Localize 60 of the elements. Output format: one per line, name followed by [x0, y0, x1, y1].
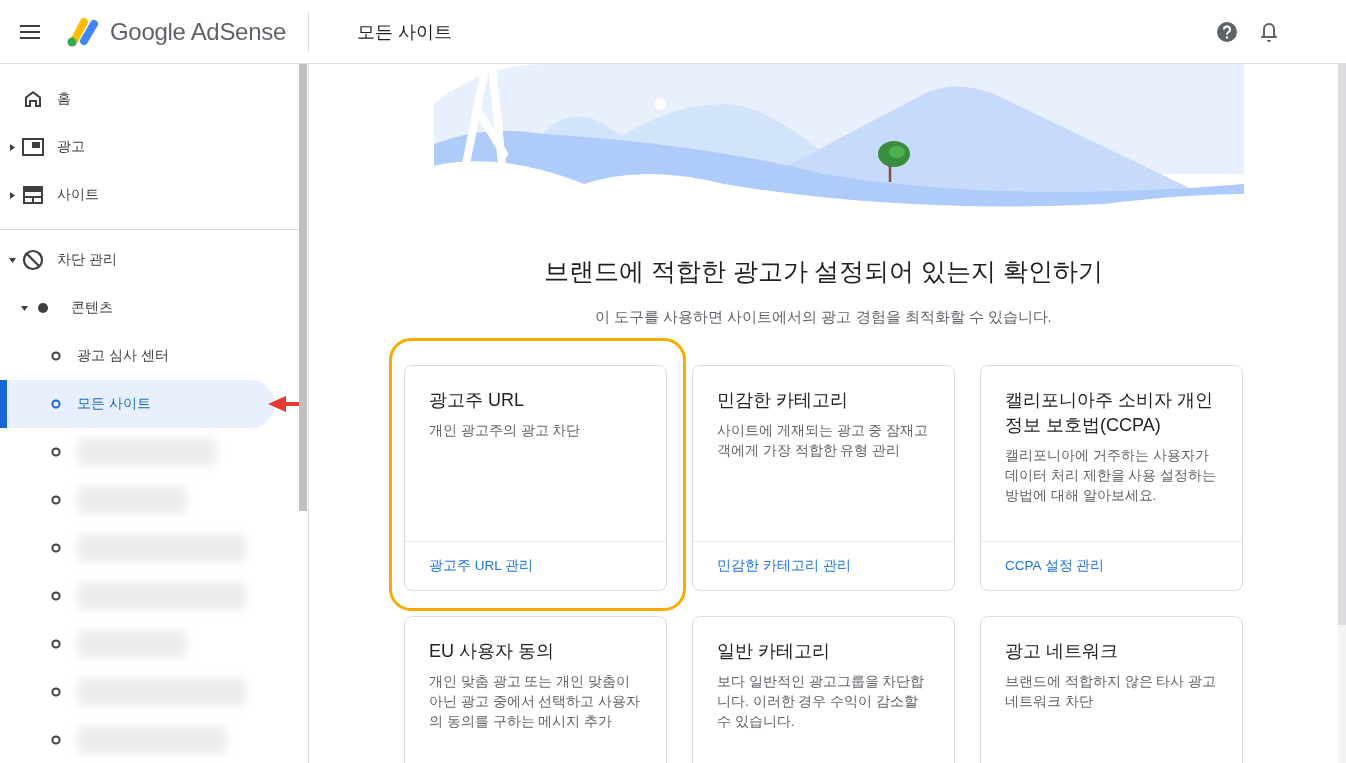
card-description: 사이트에 게재되는 광고 중 잠재고객에게 가장 적합한 유형 관리 — [717, 422, 929, 460]
nav-item[interactable]: 광고 심사 센터 — [0, 332, 275, 380]
card-description: 캘리포니아에 거주하는 사용자가 데이터 처리 제한을 사용 설정하는 방법에 대해 알아보세요. — [1005, 447, 1217, 505]
card-link[interactable]: CCPA 설정 관리 — [1005, 557, 1105, 575]
card-title: 캘리포니아주 소비자 개인 정보 보호법(CCPA) — [1005, 389, 1214, 437]
caret-icon[interactable] — [10, 191, 15, 199]
bullet-ring-icon — [51, 399, 61, 409]
menu-button[interactable] — [20, 24, 40, 39]
home-icon — [23, 89, 43, 109]
card-description: 개인 맞춤 광고 또는 개인 맞춤이 아닌 광고 중에서 선택하고 사용자의 동의를 구하는 메시지 추가 — [429, 673, 641, 731]
caret-icon[interactable] — [9, 257, 16, 263]
nav-label: 차단 관리 — [57, 251, 117, 269]
menu-icon — [20, 24, 40, 39]
scrollbar-thumb[interactable] — [1338, 64, 1346, 625]
notifications-button[interactable] — [1260, 20, 1278, 43]
page-title: 모든 사이트 — [356, 20, 453, 44]
bullet-ring-icon — [51, 687, 61, 697]
nav-item[interactable]: 차단 관리 — [0, 236, 275, 284]
page-subtitle: 이 도구를 사용하면 사이트에서의 광고 경험을 최적화할 수 있습니다. — [595, 308, 1052, 327]
nav-label: 사이트 — [57, 186, 99, 204]
card-link[interactable]: 민감한 카테고리 관리 — [717, 557, 851, 575]
bullet-ring-icon — [51, 495, 61, 505]
brand-name: Google AdSense — [110, 17, 286, 46]
nav-label: 모든 사이트 — [77, 395, 151, 413]
card-description: 개인 광고주의 광고 차단 — [429, 422, 582, 440]
bullet-dot-icon — [38, 303, 48, 313]
card-title: 민감한 카테고리 — [717, 389, 849, 412]
card-title: 광고 네트워크 — [1005, 640, 1119, 663]
nav-label: 홈 — [57, 90, 71, 108]
nav-label: 광고 심사 센터 — [77, 347, 169, 365]
nav-item[interactable]: 홈 — [0, 75, 275, 123]
logo-icon — [66, 16, 100, 47]
card-description: 브랜드에 적합하지 않은 타사 광고 네트워크 차단 — [1005, 673, 1217, 711]
card-link[interactable]: 광고주 URL 관리 — [429, 557, 533, 575]
bell-icon — [1260, 20, 1278, 43]
nav-item[interactable]: 사이트 — [0, 171, 275, 219]
bullet-ring-icon — [51, 735, 61, 745]
card-title: EU 사용자 동의 — [429, 640, 555, 663]
bullet-ring-icon — [51, 351, 61, 361]
help-button[interactable] — [1216, 20, 1238, 43]
help-icon — [1216, 20, 1238, 43]
card-title: 일반 카테고리 — [717, 640, 831, 663]
card-title: 광고주 URL — [429, 389, 525, 412]
ad-unit-icon — [22, 138, 44, 156]
scrollbar-thumb[interactable] — [299, 64, 307, 511]
selected-nav-item[interactable]: 모든 사이트 — [0, 380, 275, 428]
bullet-ring-icon — [51, 543, 61, 553]
caret-icon[interactable] — [21, 305, 28, 311]
block-icon — [22, 249, 44, 271]
card-description: 보다 일반적인 광고그룹을 차단합니다. 이러한 경우 수익이 감소할 수 있습니다. — [717, 673, 926, 731]
site-layout-icon — [23, 186, 43, 204]
page-heading: 브랜드에 적합한 광고가 설정되어 있는지 확인하기 — [543, 256, 1104, 287]
nav-item[interactable]: 콘텐츠 — [0, 284, 275, 332]
nav-item[interactable]: 광고 — [0, 123, 275, 171]
bullet-ring-icon — [51, 591, 61, 601]
caret-icon[interactable] — [10, 143, 15, 151]
nav-label: 광고 — [57, 138, 85, 156]
bullet-ring-icon — [51, 447, 61, 457]
nav-label: 콘텐츠 — [71, 299, 113, 317]
bullet-ring-icon — [51, 639, 61, 649]
